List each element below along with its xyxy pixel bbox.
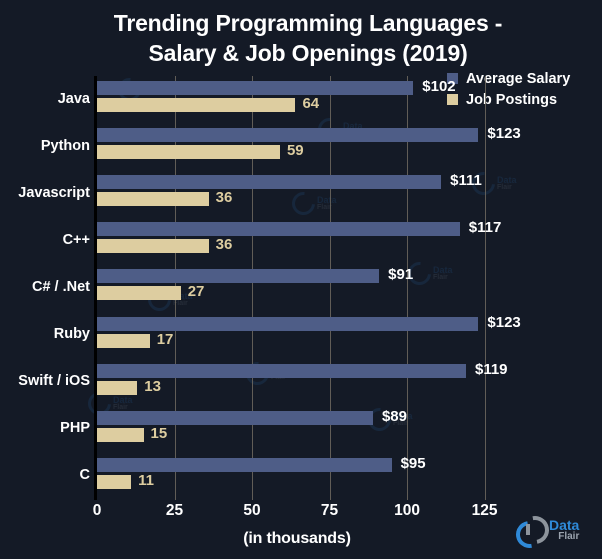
chart-row: $123 17 [97,312,521,359]
category-label: C++ [62,231,90,248]
bar-average-salary[interactable] [97,222,460,237]
x-tick-label: 0 [92,502,102,519]
bar-average-salary[interactable] [97,175,442,190]
bar-label-job-postings: 11 [138,471,154,489]
bar-average-salary[interactable] [97,410,373,425]
bar-job-postings[interactable] [97,427,144,442]
category-label: C# / .Net [31,279,90,295]
category-axis-labels: Java Python Javascript C++ C# / .Net Ruby Swif… [0,76,90,500]
bar-label-average-salary: $119 [474,360,508,378]
dataflair-mark-icon [510,510,555,554]
x-tick-label: 100 [394,502,420,519]
bar-label-job-postings: 27 [187,283,205,301]
bar-average-salary[interactable] [97,269,380,284]
bar-job-postings[interactable] [97,98,296,112]
bar-label-average-salary: $89 [381,407,407,425]
dataflair-logo: Data Flair [510,510,580,554]
x-tick-label: 50 [243,502,261,519]
x-tick-label: 25 [165,502,184,519]
bar-job-postings[interactable] [97,145,280,160]
category-label: C [79,467,90,484]
plot-area: $102 64 $123 59 $111 36 $117 36 $91 27 $123 17 $119 1… [94,76,521,500]
chart-row: $102 64 [97,76,497,123]
bar-average-salary[interactable] [97,457,392,472]
brand-name-primary: Data [549,516,580,533]
x-tick-label: 125 [471,502,498,519]
x-tick-label: 75 [320,502,339,519]
bar-label-job-postings: 15 [150,424,168,442]
chart-row: $95 11 [97,453,497,500]
bar-label-job-postings: 59 [286,142,304,160]
chart-row: $117 36 [97,217,501,264]
chart-row: $119 13 [97,359,508,406]
x-axis-label: (in thousands) [243,530,351,547]
category-label: Javascript [18,184,90,201]
bar-job-postings[interactable] [97,239,209,254]
bar-job-postings[interactable] [97,380,138,395]
bar-label-average-salary: $91 [388,266,414,284]
bar-job-postings[interactable] [97,192,209,207]
bar-average-salary[interactable] [97,128,479,143]
chart-row: $111 36 [97,170,497,217]
chart-row: $91 27 [97,264,497,311]
bar-label-average-salary: $123 [487,125,521,143]
category-label: Java [57,90,90,107]
bar-label-average-salary: $123 [487,313,521,331]
bar-label-job-postings: 36 [215,189,233,207]
bar-label-average-salary: $111 [450,172,482,190]
category-label: Python [40,137,90,154]
bar-label-average-salary: $117 [468,219,502,237]
chart-row: $89 15 [97,406,497,453]
bar-average-salary[interactable] [97,363,466,378]
bar-label-job-postings: 36 [215,236,233,254]
chart-row: $123 59 [97,123,521,170]
bar-label-average-salary: $102 [422,78,456,95]
bar-job-postings[interactable] [97,333,150,348]
x-axis-ticks: 0 25 50 75 100 125 [93,502,498,526]
bar-label-job-postings: 17 [156,330,174,348]
bar-label-average-salary: $95 [400,454,426,472]
category-label: Ruby [53,326,90,343]
bar-average-salary[interactable] [97,81,414,95]
category-label: PHP [60,420,90,437]
chart-title: Trending Programming Languages - Salary … [113,10,503,66]
bar-job-postings[interactable] [97,286,181,301]
bar-label-job-postings: 64 [302,95,320,112]
chart-container: Data Flair Data Flair Data Flair Data Flair Data… [0,0,602,559]
bar-label-job-postings: 13 [144,377,161,395]
category-label: Swift / iOS [18,373,90,390]
bar-job-postings[interactable] [97,474,132,489]
bar-average-salary[interactable] [97,316,479,331]
